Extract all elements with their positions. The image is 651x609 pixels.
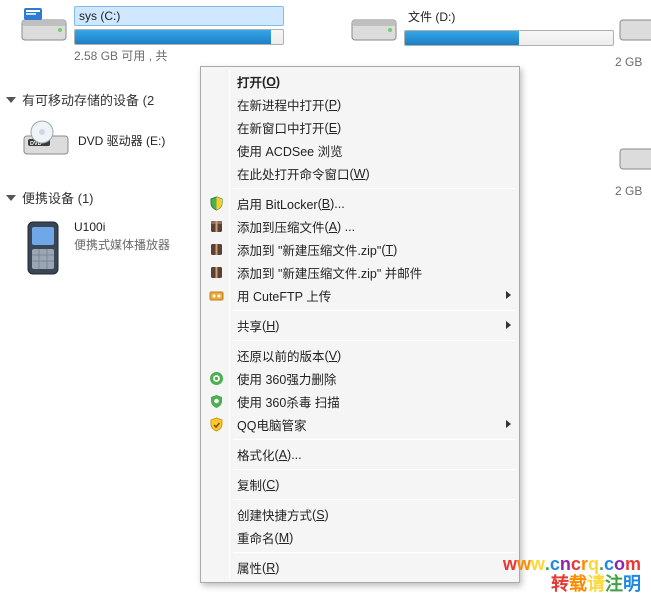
menu-qq-guard[interactable]: QQ电脑管家 xyxy=(203,413,517,436)
menu-open[interactable]: 打开(O) xyxy=(203,70,517,93)
submenu-arrow-icon xyxy=(506,420,511,428)
menu-360-scan[interactable]: 使用 360杀毒 扫描 xyxy=(203,390,517,413)
menu-add-to-zip[interactable]: 添加到 "新建压缩文件.zip"(T) xyxy=(203,238,517,261)
dvd-drive-label: DVD 驱动器 (E:) xyxy=(78,132,165,149)
drive-d[interactable]: 文件 (D:) xyxy=(350,6,614,46)
menu-add-zip-mail-label: 添加到 "新建压缩文件.zip" 并邮件 xyxy=(237,263,422,282)
archive-icon xyxy=(208,264,225,281)
hdd-icon xyxy=(618,135,651,175)
menu-360-scan-label: 使用 360杀毒 扫描 xyxy=(237,392,340,411)
menu-open-new-process[interactable]: 在新进程中打开(P) xyxy=(203,93,517,116)
360-scan-icon xyxy=(208,393,225,410)
menu-bitlocker[interactable]: 启用 BitLocker(B)... xyxy=(203,192,517,215)
menu-format[interactable]: 格式化(A)... xyxy=(203,443,517,466)
menu-cuteftp-upload[interactable]: 用 CuteFTP 上传 xyxy=(203,284,517,307)
menu-properties[interactable]: 属性(R) xyxy=(203,556,517,579)
section-portable-devices[interactable]: 便携设备 (1) xyxy=(6,188,94,207)
menu-open-new-process-label: 在新进程中打开 xyxy=(237,95,325,114)
menu-acdsee-label: 使用 ACDSee 浏览 xyxy=(237,141,343,160)
drive-c-title: sys (C:) xyxy=(74,6,284,26)
menu-shortcut-label: 创建快捷方式 xyxy=(237,505,312,524)
menu-cuteftp-label: 用 CuteFTP 上传 xyxy=(237,286,331,305)
menu-properties-label: 属性 xyxy=(237,558,262,577)
menu-add-to-archive[interactable]: 添加到压缩文件(A) ... xyxy=(203,215,517,238)
section-portable-label: 便携设备 (1) xyxy=(22,188,94,207)
dvd-drive-icon: DVD xyxy=(22,120,70,160)
menu-restore-prev-label: 还原以前的版本 xyxy=(237,346,325,365)
menu-acdsee-browse[interactable]: 使用 ACDSee 浏览 xyxy=(203,139,517,162)
menu-format-label: 格式化 xyxy=(237,445,275,464)
archive-icon xyxy=(208,218,225,235)
separator xyxy=(233,439,515,440)
watermark: www.cncrq.com 转载请注明 xyxy=(503,554,641,595)
section-removable-label: 有可移动存储的设备 (2 xyxy=(22,90,154,109)
qq-guard-icon xyxy=(208,416,225,433)
section-removable-devices[interactable]: 有可移动存储的设备 (2 xyxy=(6,90,154,109)
menu-copy[interactable]: 复制(C) xyxy=(203,473,517,496)
phone-sub: 便携式媒体播放器 xyxy=(74,236,170,253)
menu-open-cmd-here[interactable]: 在此处打开命令窗口(W) xyxy=(203,162,517,185)
chevron-down-icon xyxy=(6,97,16,103)
separator xyxy=(233,310,515,311)
360-icon xyxy=(208,370,225,387)
menu-add-to-zip-and-mail[interactable]: 添加到 "新建压缩文件.zip" 并邮件 xyxy=(203,261,517,284)
menu-add-archive-label: 添加到压缩文件 xyxy=(237,217,325,236)
menu-share[interactable]: 共享(H) xyxy=(203,314,517,337)
right-fragment-1: 2 GB xyxy=(615,55,642,69)
menu-bitlocker-label: 启用 BitLocker xyxy=(237,194,318,213)
submenu-arrow-icon xyxy=(506,321,511,329)
separator xyxy=(233,499,515,500)
hdd-icon xyxy=(618,6,651,46)
submenu-arrow-icon xyxy=(506,291,511,299)
menu-create-shortcut[interactable]: 创建快捷方式(S) xyxy=(203,503,517,526)
drive-c-bar xyxy=(74,29,284,45)
menu-restore-previous[interactable]: 还原以前的版本(V) xyxy=(203,344,517,367)
menu-copy-label: 复制 xyxy=(237,475,262,494)
hdd-icon xyxy=(350,6,398,46)
drive-c-sub: 2.58 GB 可用 , 共 xyxy=(74,47,284,64)
phone-title: U100i xyxy=(74,220,170,234)
drive-d-bar xyxy=(404,30,614,46)
drive-edge-1[interactable] xyxy=(618,6,651,46)
drive-d-title: 文件 (D:) xyxy=(404,6,614,27)
drive-edge-2[interactable] xyxy=(618,135,651,175)
phone-device-item[interactable]: U100i 便携式媒体播放器 xyxy=(22,220,170,276)
menu-rename-label: 重命名 xyxy=(237,528,275,547)
ftp-icon xyxy=(208,287,225,304)
separator xyxy=(233,188,515,189)
menu-360-force-delete[interactable]: 使用 360强力删除 xyxy=(203,367,517,390)
menu-open-new-window-label: 在新窗口中打开 xyxy=(237,118,325,137)
hdd-icon xyxy=(20,6,68,46)
separator xyxy=(233,552,515,553)
menu-add-zip-label: 添加到 "新建压缩文件.zip" xyxy=(237,240,381,259)
menu-open-new-window[interactable]: 在新窗口中打开(E) xyxy=(203,116,517,139)
separator xyxy=(233,469,515,470)
menu-360-del-label: 使用 360强力删除 xyxy=(237,369,336,388)
menu-open-label: 打开 xyxy=(237,72,262,91)
chevron-down-icon xyxy=(6,195,16,201)
archive-icon xyxy=(208,241,225,258)
menu-qq-guard-label: QQ电脑管家 xyxy=(237,415,306,434)
drive-c[interactable]: sys (C:) 2.58 GB 可用 , 共 xyxy=(20,6,284,64)
right-fragment-2: 2 GB xyxy=(615,184,642,198)
dvd-drive-item[interactable]: DVD DVD 驱动器 (E:) xyxy=(22,120,165,160)
shield-icon xyxy=(208,195,225,212)
menu-rename[interactable]: 重命名(M) xyxy=(203,526,517,549)
separator xyxy=(233,340,515,341)
phone-icon xyxy=(22,220,66,276)
context-menu: 打开(O) 在新进程中打开(P) 在新窗口中打开(E) 使用 ACDSee 浏览… xyxy=(200,66,520,583)
menu-share-label: 共享 xyxy=(237,316,262,335)
menu-cmd-here-label: 在此处打开命令窗口 xyxy=(237,164,350,183)
